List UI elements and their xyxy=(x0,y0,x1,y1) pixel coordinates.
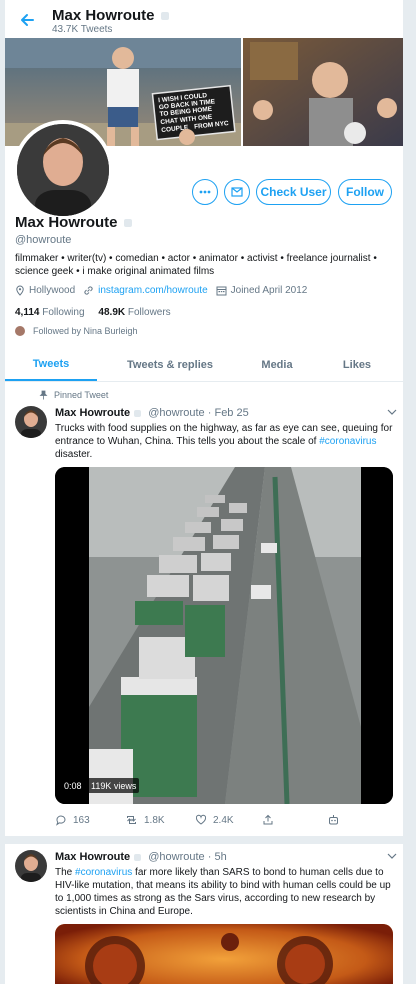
verified-badge-icon xyxy=(134,853,142,861)
followed-by-text: Followed by Nina Burleigh xyxy=(33,326,138,336)
follow-button[interactable]: Follow xyxy=(338,179,392,205)
robot-icon xyxy=(329,815,338,825)
tweet-avatar-image xyxy=(15,850,47,882)
following-link[interactable]: 4,114 Following xyxy=(15,307,85,318)
analytics-button[interactable] xyxy=(327,814,346,826)
tweet-date[interactable]: Feb 25 xyxy=(214,407,248,419)
website-link[interactable]: instagram.com/howroute xyxy=(98,285,208,296)
retweet-count: 1.8K xyxy=(144,814,165,826)
tweet-text: Trucks with food supplies on the highway… xyxy=(55,422,395,461)
video-views: 119K views xyxy=(91,781,137,791)
like-count: 2.4K xyxy=(213,814,234,826)
profile-actions: Check User Follow xyxy=(5,179,403,207)
verified-badge-icon xyxy=(134,409,142,417)
profile-name: Max Howroute xyxy=(15,214,132,231)
profile-name-text: Max Howroute xyxy=(15,214,118,231)
like-button[interactable]: 2.4K xyxy=(195,814,234,826)
follow-counts: 4,114 Following 48.9K Followers xyxy=(15,307,171,318)
profile-page: Max Howroute 43.7K Tweets I WISH I COULD… xyxy=(5,0,403,984)
tweet-text-part: The xyxy=(55,867,76,878)
tweet-avatar[interactable] xyxy=(15,850,47,882)
chevron-down-icon[interactable] xyxy=(387,852,397,860)
tweet-image[interactable] xyxy=(55,924,393,984)
follower-avatar xyxy=(15,326,25,336)
tweet-item[interactable]: Pinned Tweet Max Howroute @howroute · Fe… xyxy=(5,382,403,834)
following-label: Following xyxy=(42,307,85,318)
pinned-text: Pinned Tweet xyxy=(54,390,109,400)
profile-bio: filmmaker • writer(tv) • comedian • acto… xyxy=(15,253,377,277)
hashtag-link[interactable]: #coronavirus xyxy=(75,867,132,878)
tab-likes[interactable]: Likes xyxy=(311,348,403,381)
calendar-icon xyxy=(216,286,227,296)
verified-badge-icon xyxy=(160,12,169,21)
tweet-handle: @howroute xyxy=(148,407,205,419)
header-tweet-count: 43.7K Tweets xyxy=(52,24,113,35)
tweet-avatar-image xyxy=(15,406,47,438)
envelope-icon xyxy=(231,187,243,197)
more-dots-icon xyxy=(199,190,211,194)
tweet-author[interactable]: Max Howroute xyxy=(55,407,130,419)
tab-tweets[interactable]: Tweets xyxy=(5,348,97,381)
video-timestamp: 0:08 xyxy=(64,781,82,791)
hashtag-link[interactable]: #coronavirus xyxy=(319,436,376,447)
heart-icon xyxy=(195,814,207,825)
pin-icon xyxy=(39,390,48,400)
message-button[interactable] xyxy=(224,179,250,205)
tweet-avatar[interactable] xyxy=(15,406,47,438)
tweet-actions: 163 1.8K 2.4K xyxy=(55,814,355,830)
header-name-text: Max Howroute xyxy=(52,7,155,24)
tweet-header: Max Howroute @howroute · 5h xyxy=(55,851,227,863)
followers-count: 48.9K xyxy=(98,307,126,318)
joined-item: Joined April 2012 xyxy=(216,285,308,296)
tweet-date[interactable]: 5h xyxy=(214,851,226,863)
tweet-text-part: disaster. xyxy=(55,449,93,460)
verified-badge-icon xyxy=(123,219,132,228)
reply-icon xyxy=(56,815,66,826)
pinned-label: Pinned Tweet xyxy=(39,390,108,400)
link-icon xyxy=(84,286,93,295)
location-text: Hollywood xyxy=(29,285,76,296)
share-icon xyxy=(263,814,273,825)
followers-label: Followers xyxy=(127,307,171,318)
video-frame: 0:08 119K views xyxy=(55,467,393,804)
top-bar: Max Howroute 43.7K Tweets xyxy=(5,0,403,38)
tweet-handle: @howroute xyxy=(148,851,205,863)
profile-handle: @howroute xyxy=(15,234,72,246)
retweet-icon xyxy=(127,816,136,824)
tweet-separator: · xyxy=(207,407,212,419)
profile-meta: Hollywood instagram.com/howroute Joined … xyxy=(15,285,315,296)
followers-link[interactable]: 48.9K Followers xyxy=(98,307,170,318)
more-options-button[interactable] xyxy=(192,179,218,205)
back-arrow-icon[interactable] xyxy=(17,10,37,30)
followed-by[interactable]: Followed by Nina Burleigh xyxy=(15,326,138,336)
virus-image xyxy=(55,924,393,984)
website-item[interactable]: instagram.com/howroute xyxy=(83,285,208,296)
joined-text: Joined April 2012 xyxy=(230,285,308,296)
reply-button[interactable]: 163 xyxy=(55,814,90,826)
following-count: 4,114 xyxy=(15,307,40,318)
check-user-button[interactable]: Check User xyxy=(256,179,331,205)
retweet-button[interactable]: 1.8K xyxy=(125,814,165,826)
reply-count: 163 xyxy=(73,814,90,826)
tweet-separator: · xyxy=(207,851,212,863)
tweet-header: Max Howroute @howroute · Feb 25 xyxy=(55,407,249,419)
chevron-down-icon[interactable] xyxy=(387,408,397,416)
tab-media[interactable]: Media xyxy=(243,348,311,381)
tweet-divider xyxy=(5,836,403,844)
location-item: Hollywood xyxy=(15,285,75,296)
profile-tabs: Tweets Tweets & replies Media Likes xyxy=(5,348,403,382)
share-button[interactable] xyxy=(262,814,280,826)
tab-tweets-replies[interactable]: Tweets & replies xyxy=(97,348,243,381)
tweet-text: The #coronavirus far more likely than SA… xyxy=(55,866,395,918)
video-player[interactable]: 0:08 119K views xyxy=(55,467,393,804)
location-pin-icon xyxy=(16,285,24,296)
tweet-author[interactable]: Max Howroute xyxy=(55,851,130,863)
tweet-item[interactable]: Max Howroute @howroute · 5h The #coronav… xyxy=(5,844,403,984)
header-name: Max Howroute xyxy=(52,7,169,24)
